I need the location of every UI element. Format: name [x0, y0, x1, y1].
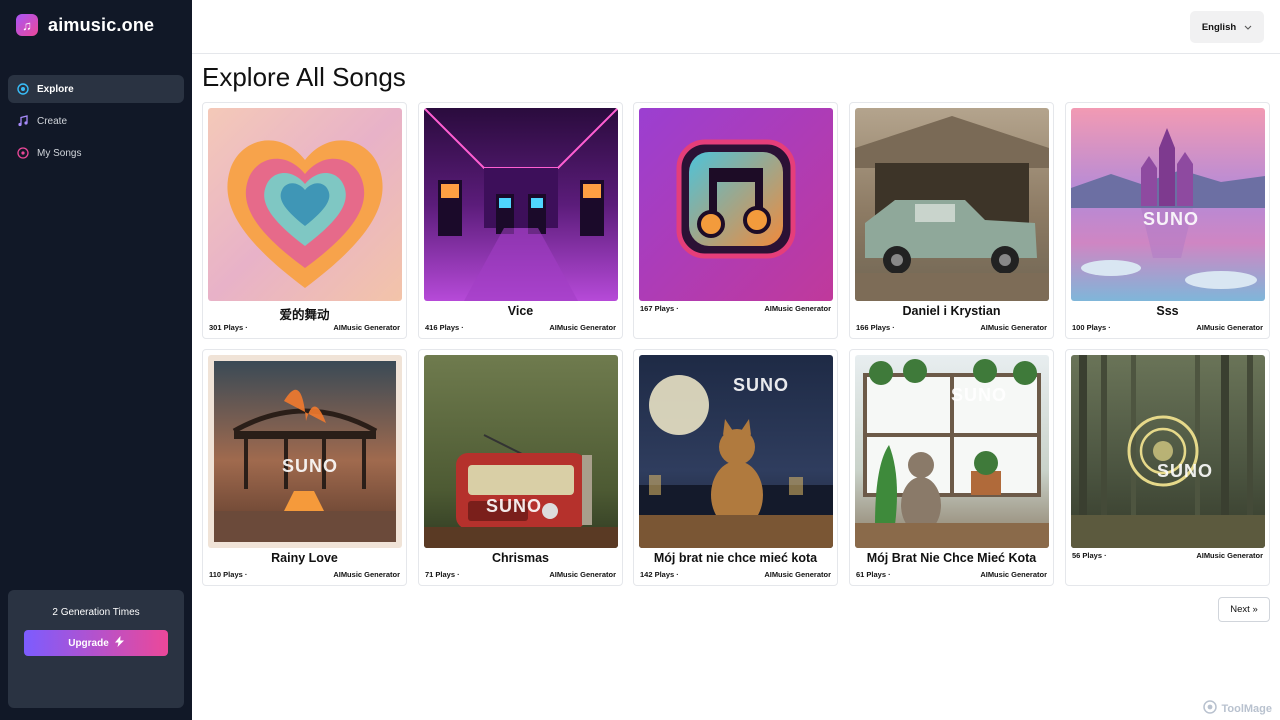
song-title: Rainy Love [271, 551, 338, 565]
play-count: 167 Plays · [640, 304, 679, 313]
song-cover-image [208, 108, 402, 301]
sidebar-item-explore[interactable]: Explore [8, 75, 184, 103]
song-card[interactable]: 167 Plays · AIMusic Generator [633, 102, 838, 339]
song-cover-image [855, 108, 1049, 301]
song-cover-image [424, 108, 618, 301]
song-cover-image [639, 108, 833, 301]
song-title: Vice [507, 304, 534, 318]
watermark-text: ToolMage [1221, 702, 1272, 715]
generator-label: AIMusic Generator [764, 570, 831, 579]
song-title: Mój brat nie chce mieć kota [653, 551, 818, 565]
song-cover-image: SUNO [208, 355, 402, 548]
generation-panel: 2 Generation Times Upgrade [8, 590, 184, 708]
song-card[interactable]: SUNO Sss 100 Plays · AIMusic Generator [1065, 102, 1270, 339]
suno-watermark: SUNO [282, 456, 339, 476]
generator-label: AIMusic Generator [1196, 551, 1263, 560]
sidebar-item-label: My Songs [37, 147, 82, 159]
sidebar-item-create[interactable]: Create [8, 107, 184, 135]
generator-label: AIMusic Generator [764, 304, 831, 313]
top-bar: English [192, 0, 1280, 54]
suno-watermark: SUNO [1143, 209, 1200, 229]
play-count: 142 Plays · [640, 570, 679, 579]
generator-label: AIMusic Generator [549, 323, 616, 332]
brand-name: aimusic.one [48, 14, 155, 35]
record-icon [17, 147, 29, 159]
play-count: 100 Plays · [1072, 323, 1111, 332]
song-card[interactable]: SUNO Mój brat nie chce mieć kota 142 Pla… [633, 349, 838, 586]
toolmage-watermark: ToolMage [1203, 700, 1272, 717]
upgrade-button[interactable]: Upgrade [24, 630, 168, 656]
sidebar-nav: Explore Create My Songs [8, 75, 184, 171]
generator-label: AIMusic Generator [980, 323, 1047, 332]
page-title: Explore All Songs [202, 62, 406, 92]
song-card[interactable]: SUNO Mój Brat Nie Chce Mieć Kota 61 Play… [849, 349, 1054, 586]
suno-watermark: SUNO [951, 385, 1008, 405]
sidebar-item-label: Explore [37, 83, 74, 95]
generator-label: AIMusic Generator [980, 570, 1047, 579]
song-cover-image: SUNO [855, 355, 1049, 548]
song-cover-image: SUNO [639, 355, 833, 548]
chevron-down-icon [1244, 22, 1252, 33]
music-note-icon [17, 115, 29, 127]
play-count: 416 Plays · [425, 323, 464, 332]
music-logo-icon: ♫ [16, 14, 38, 36]
play-count: 61 Plays · [856, 570, 891, 579]
upgrade-label: Upgrade [68, 637, 109, 649]
toolmage-logo-icon [1203, 700, 1218, 717]
song-title: Sss [1156, 304, 1179, 318]
play-count: 166 Plays · [856, 323, 895, 332]
song-title: Mój Brat Nie Chce Mieć Kota [866, 551, 1037, 565]
generator-label: AIMusic Generator [333, 323, 400, 332]
lightning-icon [114, 636, 124, 650]
suno-watermark: SUNO [486, 496, 543, 516]
song-title: Daniel i Krystian [902, 304, 1001, 318]
song-cover-image: SUNO [424, 355, 618, 548]
language-label: English [1201, 21, 1237, 33]
song-title: 爱的舞动 [279, 308, 330, 322]
generator-label: AIMusic Generator [549, 570, 616, 579]
next-page-button[interactable]: Next » [1218, 597, 1270, 622]
song-card[interactable]: SUNO 56 Plays · AIMusic Generator [1065, 349, 1270, 586]
sidebar: ♫ aimusic.one Explore Create My Songs 2 … [0, 0, 192, 720]
song-card[interactable]: SUNO Rainy Love 110 Plays · AIMusic Gene… [202, 349, 407, 586]
song-card[interactable]: SUNO Chrismas 71 Plays · AIMusic Generat… [418, 349, 623, 586]
song-cover-image: SUNO [1071, 108, 1265, 301]
song-title: Chrismas [492, 551, 549, 565]
song-card[interactable]: Vice 416 Plays · AIMusic Generator [418, 102, 623, 339]
language-select[interactable]: English [1190, 11, 1264, 43]
brand[interactable]: ♫ aimusic.one [16, 14, 154, 36]
explore-icon [17, 83, 29, 95]
song-card[interactable]: Daniel i Krystian 166 Plays · AIMusic Ge… [849, 102, 1054, 339]
suno-watermark: SUNO [733, 375, 790, 395]
suno-watermark: SUNO [1157, 461, 1214, 481]
sidebar-item-label: Create [37, 115, 68, 127]
play-count: 110 Plays · [209, 570, 248, 579]
sidebar-item-my-songs[interactable]: My Songs [8, 139, 184, 167]
play-count: 301 Plays · [209, 323, 248, 332]
play-count: 56 Plays · [1072, 551, 1107, 560]
song-card[interactable]: 爱的舞动 301 Plays · AIMusic Generator [202, 102, 407, 339]
play-count: 71 Plays · [425, 570, 460, 579]
song-cover-image: SUNO [1071, 355, 1265, 548]
generation-count: 2 Generation Times [52, 607, 140, 618]
generator-label: AIMusic Generator [333, 570, 400, 579]
generator-label: AIMusic Generator [1196, 323, 1263, 332]
